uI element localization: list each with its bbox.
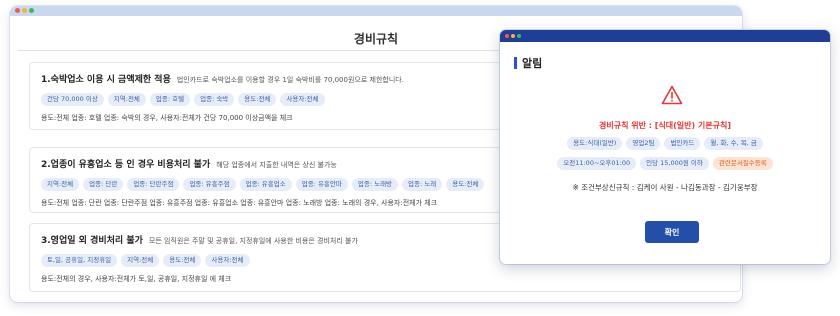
- rule-chip: 업종: 단란주점: [127, 178, 180, 191]
- condition-chip: 법인카드: [664, 137, 701, 150]
- rule-chip: 사용자:전체: [205, 254, 250, 267]
- required-doc-chip: 관련문서필수등록: [712, 157, 773, 170]
- dialog-title: 알림: [522, 57, 543, 70]
- rule-chip: 용도:전체: [238, 93, 277, 106]
- confirm-button[interactable]: 확인: [645, 221, 699, 243]
- rule-chip: 토,일, 공휴일, 지정휴일: [41, 254, 118, 267]
- accent-bar: [514, 57, 517, 69]
- dialog-header: 알림: [514, 55, 542, 71]
- condition-chips-row-1: 용도:식대(일반) 영업2팀 법인카드 월, 화, 수, 목, 금: [510, 137, 820, 150]
- dialog-titlebar: [500, 30, 830, 42]
- rule-title: 2.업종이 유흥업소 등 인 경우 비용처리 불가: [41, 160, 211, 170]
- rule-chip: 지역:전체: [41, 178, 80, 191]
- rule-description: 법인카드로 숙박업소를 이용할 경우 1일 숙박비를 70,000원으로 제한합…: [176, 76, 404, 84]
- window-controls: [15, 8, 34, 13]
- alert-dialog: 알림 경비규칙 위반 : [식대(일반) 기본규칙] 용도:식대(일반) 영업2…: [500, 30, 830, 264]
- minimize-dot-icon[interactable]: [511, 34, 515, 38]
- condition-chip: 용도:식대(일반): [567, 137, 623, 150]
- rule-chip: 건당 70,000 이상: [41, 93, 104, 106]
- rule-chip: 용도:전체: [446, 178, 485, 191]
- warning-triangle-icon: [661, 85, 683, 105]
- rule-chip: 업종: 유흥주점: [183, 178, 236, 191]
- rule-chip: 업종: 단란: [83, 178, 124, 191]
- maximize-dot-icon[interactable]: [29, 8, 34, 13]
- rule-description: 해당 업종에서 지출한 내역은 상신 불가능: [216, 161, 337, 169]
- condition-chip: 영업2팀: [626, 137, 661, 150]
- rule-chip: 지역:전체: [121, 254, 160, 267]
- condition-chip: 월, 화, 수, 목, 금: [704, 137, 763, 150]
- rule-check-summary: 용도:전체의 경우, 사용자:전체가 토,일, 공휴일, 지정휴일 에 체크: [41, 275, 232, 283]
- rule-title: 3.영업일 외 경비처리 불가: [41, 236, 143, 246]
- violation-message: 경비규칙 위반 : [식대(일반) 기본규칙]: [598, 121, 731, 130]
- rule-chip: 사용자:전체: [280, 93, 325, 106]
- conditional-approval-rule: ※ 조건부상신규칙 : 김케이 사원 - 나김동과장 - 김기웅부장: [572, 183, 758, 192]
- window-titlebar: [10, 6, 742, 16]
- rule-chip: 용도:전체: [163, 254, 202, 267]
- condition-chip: 인당 15,000원 이하: [640, 157, 709, 170]
- close-dot-icon[interactable]: [505, 34, 509, 38]
- rule-chip: 지역:전체: [107, 93, 146, 106]
- rule-chip: 업종: 노래방: [351, 178, 399, 191]
- condition-chip: 오전11:00~오후01:00: [557, 157, 637, 170]
- rule-chip: 업종: 유흥업소: [239, 178, 292, 191]
- rule-chip: 업종: 호텔: [149, 93, 191, 106]
- condition-chips-row-2: 오전11:00~오후01:00 인당 15,000원 이하 관련문서필수등록: [510, 157, 820, 170]
- rule-chip: 업종: 노래: [402, 178, 443, 191]
- rule-chip: 업종: 유흥안마: [295, 178, 348, 191]
- rule-title: 1.숙박업소 이용 시 금액제한 적용: [41, 75, 171, 85]
- close-dot-icon[interactable]: [15, 8, 20, 13]
- rule-description: 모든 임직원은 주말 및 공휴일, 지정휴일에 사용한 비용은 경비처리 불가: [148, 237, 358, 245]
- maximize-dot-icon[interactable]: [517, 34, 521, 38]
- minimize-dot-icon[interactable]: [22, 8, 27, 13]
- rule-chip: 업종: 숙박: [194, 93, 235, 106]
- window-controls: [505, 34, 521, 38]
